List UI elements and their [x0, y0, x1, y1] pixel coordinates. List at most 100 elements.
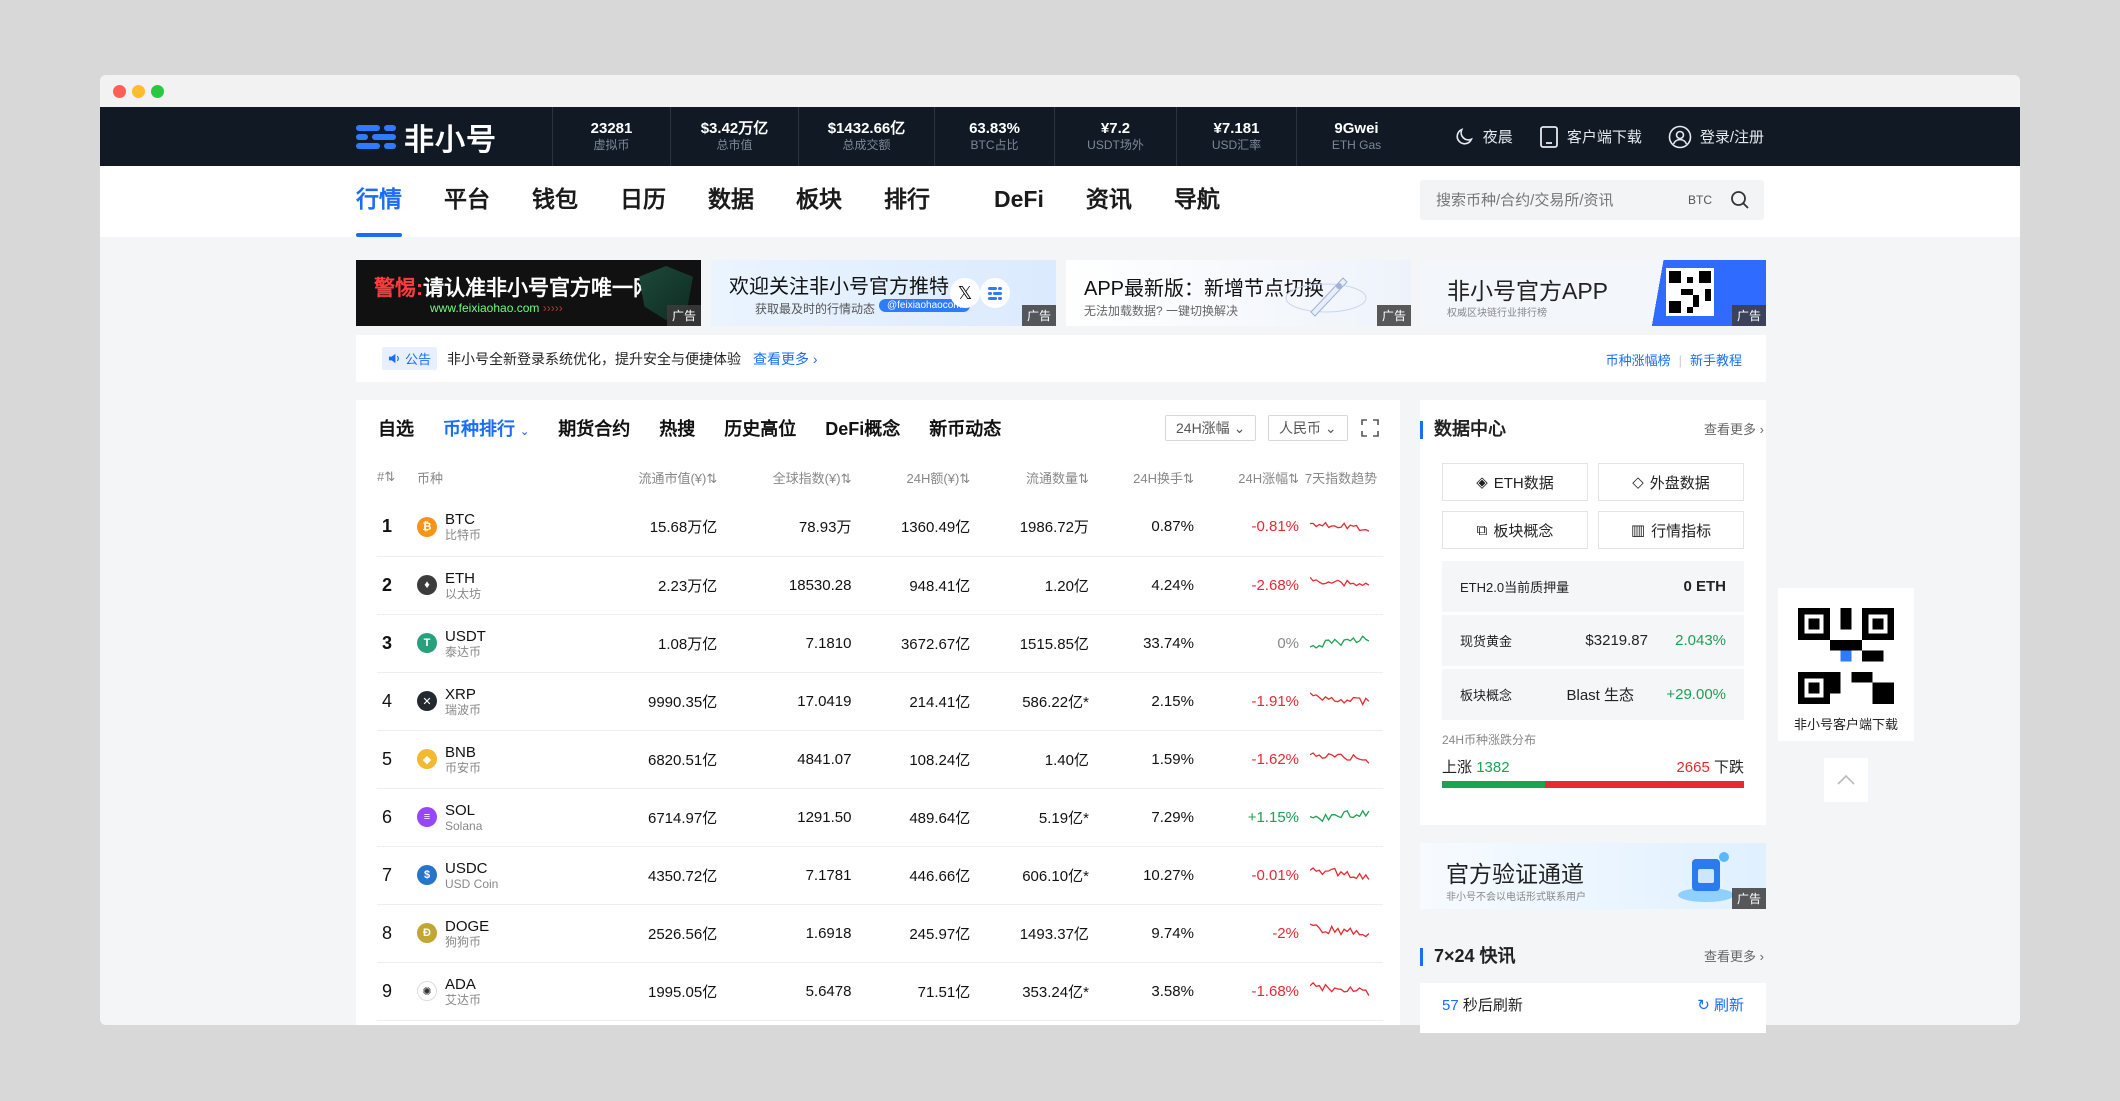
table-row[interactable]: 8 Ð DOGE 狗狗币 2526.56亿 1.6918 245.97亿 1493.37亿 9.…	[377, 904, 1383, 963]
refresh-button[interactable]: ↻ 刷新	[1697, 994, 1744, 1015]
refresh-countdown: 57 秒后刷新	[1442, 997, 1523, 1014]
change-cell: -1.68%	[1197, 962, 1303, 1021]
col-price[interactable]: 全球指数(¥)⇅	[721, 456, 855, 498]
volume-cell: 489.64亿	[855, 788, 975, 847]
supply-cell: 353.24亿*	[974, 962, 1093, 1021]
tab-new-coins[interactable]: 新币动态	[929, 415, 1001, 441]
market-cap-cell: 6820.51亿	[587, 730, 722, 789]
flash-news-title: 7×24 快讯 查看更多 ›	[1420, 927, 1766, 983]
coin-symbol: SOL	[445, 801, 476, 819]
table-row[interactable]: 9 ✺ ADA 艾达币 1995.05亿 5.6478 71.51亿 353.24亿* 3.58…	[377, 962, 1383, 1021]
flash-more-link[interactable]: 查看更多 ›	[1704, 946, 1764, 965]
price-cell: 1291.50	[721, 788, 856, 847]
change-cell: -1.91%	[1197, 672, 1303, 731]
ad-label: 广告	[1731, 888, 1766, 909]
tab-all-time-high[interactable]: 历史高位	[724, 415, 796, 441]
period-select[interactable]: 24H涨幅 ⌄	[1165, 415, 1257, 441]
table-row[interactable]: 7 $ USDC USD Coin 4350.72亿 7.1781 446.66亿 606.1…	[377, 846, 1383, 905]
rank-cell: 6	[377, 788, 417, 847]
tutorial-link[interactable]: 新手教程	[1690, 353, 1742, 368]
rank-cell: 7	[377, 846, 417, 905]
coin-cell[interactable]: T USDT 泰达币	[417, 614, 587, 673]
data-center-buttons: ◈ ETH数据 ◇ 外盘数据 ⧉ 板块概念 ▥ 行情指标	[1420, 463, 1766, 549]
coin-symbol: ADA	[445, 975, 476, 993]
coin-cell[interactable]: Ð DOGE 狗狗币	[417, 904, 587, 963]
data-center-title: 数据中心 查看更多 ›	[1420, 400, 1766, 456]
official-verify-banner[interactable]: 官方验证通道 非小号不会以电话形式联系用户 广告	[1420, 843, 1766, 909]
floating-download-qr[interactable]: 非小号客户端下载	[1778, 588, 1914, 741]
col-turnover[interactable]: 24H换手⇅	[1093, 456, 1198, 498]
table-row[interactable]: 3 T USDT 泰达币 1.08万亿 7.1810 3672.67亿 1515.85亿 33.…	[377, 614, 1383, 673]
rocket-icon	[1285, 277, 1367, 317]
banner-official-app[interactable]: 非小号官方APP 权威区块链行业排行榜 广告	[1421, 260, 1766, 326]
bar-chart-icon: ▥	[1630, 522, 1646, 539]
sector-concept-button[interactable]: ⧉ 板块概念	[1442, 511, 1588, 549]
market-cap-cell: 6714.97亿	[587, 788, 722, 847]
coin-name: 泰达币	[445, 644, 482, 659]
volume-cell: 108.24亿	[855, 730, 975, 789]
eth-data-button[interactable]: ◈ ETH数据	[1442, 463, 1588, 501]
notice-text[interactable]: 非小号全新登录系统优化，提升安全与便捷体验	[447, 349, 741, 369]
currency-select[interactable]: 人民币 ⌄	[1268, 415, 1348, 441]
trend-cell	[1303, 556, 1383, 615]
col-supply[interactable]: 流通数量⇅	[974, 456, 1093, 498]
coin-symbol: XRP	[445, 685, 476, 703]
gainers-link[interactable]: 币种涨幅榜	[1606, 353, 1671, 368]
eth-stake-row[interactable]: ETH2.0当前质押量 0 ETH	[1442, 561, 1744, 613]
tab-futures[interactable]: 期货合约	[558, 415, 630, 441]
coin-cell[interactable]: ◆ BNB 币安币	[417, 730, 587, 789]
table-row[interactable]: 6 ≡ SOL Solana 6714.97亿 1291.50 489.64亿 5.19亿* 7…	[377, 788, 1383, 847]
coin-cell[interactable]: ♦ ETH 以太坊	[417, 556, 587, 615]
turnover-cell: 2.15%	[1092, 672, 1198, 731]
coin-cell[interactable]: ₿ BTC 比特币	[417, 498, 587, 557]
coin-cell[interactable]: ≡ SOL Solana	[417, 788, 587, 847]
data-center-more-link[interactable]: 查看更多 ›	[1704, 419, 1764, 438]
back-to-top-button[interactable]	[1824, 758, 1868, 802]
coin-name: 比特币	[445, 528, 482, 543]
tab-watchlist[interactable]: 自选	[378, 415, 414, 441]
turnover-cell: 1.59%	[1092, 730, 1198, 789]
volume-cell: 948.41亿	[855, 556, 975, 615]
coin-cell[interactable]: $ USDC USD Coin	[417, 846, 587, 905]
coin-cell[interactable]: ✺ ADA 艾达币	[417, 962, 587, 1021]
qr-code-icon	[1798, 608, 1894, 704]
rank-cell: 4	[377, 672, 417, 731]
col-volume[interactable]: 24H额(¥)⇅	[855, 456, 974, 498]
coin-ranking-panel: 自选 币种排行 ⌄ 期货合约 热搜 历史高位 DeFi概念 新币动态 24H涨幅…	[356, 400, 1400, 1025]
coin-cell[interactable]: ✕ XRP 瑞波币	[417, 672, 587, 731]
volume-cell: 446.66亿	[855, 846, 975, 905]
banner-official-site[interactable]: 警惕:请认准非小号官方唯一网站 www.feixiaohao.com ›››››…	[356, 260, 701, 326]
col-coin: 币种	[417, 470, 444, 486]
feixiaohao-small-logo-icon	[980, 278, 1010, 308]
market-cap-cell: 9990.35亿	[587, 672, 722, 731]
table-row[interactable]: 4 ✕ XRP 瑞波币 9990.35亿 17.0419 214.41亿 586.22亿* 2.…	[377, 672, 1383, 731]
notice-more-link[interactable]: 查看更多 ›	[753, 349, 818, 369]
col-change[interactable]: 24H涨幅⇅	[1198, 456, 1303, 498]
coin-symbol: BTC	[445, 511, 475, 529]
notice-bar: 公告 非小号全新登录系统优化，提升安全与便捷体验 查看更多 › 币种涨幅榜 | 新手…	[356, 335, 1766, 382]
up-down-distribution: 上涨 1382 2665 下跌	[1442, 748, 1744, 788]
tab-defi-concept[interactable]: DeFi概念	[825, 415, 900, 441]
banner-app-update[interactable]: APP最新版：新增节点切换 无法加载数据? 一键切换解决 广告	[1066, 260, 1411, 326]
rank-cell: 5	[377, 730, 417, 789]
supply-cell: 1493.37亿	[974, 904, 1093, 963]
table-row[interactable]: 2 ♦ ETH 以太坊 2.23万亿 18530.28 948.41亿 1.20亿 4.24% -…	[377, 556, 1383, 615]
col-rank[interactable]: #⇅	[377, 456, 417, 498]
external-data-button[interactable]: ◇ 外盘数据	[1598, 463, 1744, 501]
sector-row[interactable]: 板块概念 Blast 生态 +29.00%	[1442, 669, 1744, 721]
tab-hot-search[interactable]: 热搜	[659, 415, 695, 441]
up-bar-segment	[1442, 781, 1545, 788]
market-indicator-button[interactable]: ▥ 行情指标	[1598, 511, 1744, 549]
change-cell: -2%	[1197, 904, 1303, 963]
gold-row[interactable]: 现货黄金 $3219.87 2.043%	[1442, 615, 1744, 667]
supply-cell: 1.20亿	[974, 556, 1093, 615]
coin-logo-icon: T	[417, 633, 437, 653]
tab-coin-ranking[interactable]: 币种排行 ⌄	[443, 415, 529, 441]
trend-cell	[1303, 730, 1383, 789]
col-market-cap[interactable]: 流通市值(¥)⇅	[587, 456, 721, 498]
coin-symbol: ETH	[445, 569, 475, 587]
banner-twitter[interactable]: 欢迎关注非小号官方推特 获取最及时的行情动态 @feixiaohaocom 𝕏 …	[711, 260, 1056, 326]
fullscreen-icon[interactable]	[1360, 418, 1380, 438]
table-row[interactable]: 5 ◆ BNB 币安币 6820.51亿 4841.07 108.24亿 1.40亿 1.59%…	[377, 730, 1383, 789]
table-row[interactable]: 1 ₿ BTC 比特币 15.68万亿 78.93万 1360.49亿 1986.72万 0.8…	[377, 498, 1383, 557]
